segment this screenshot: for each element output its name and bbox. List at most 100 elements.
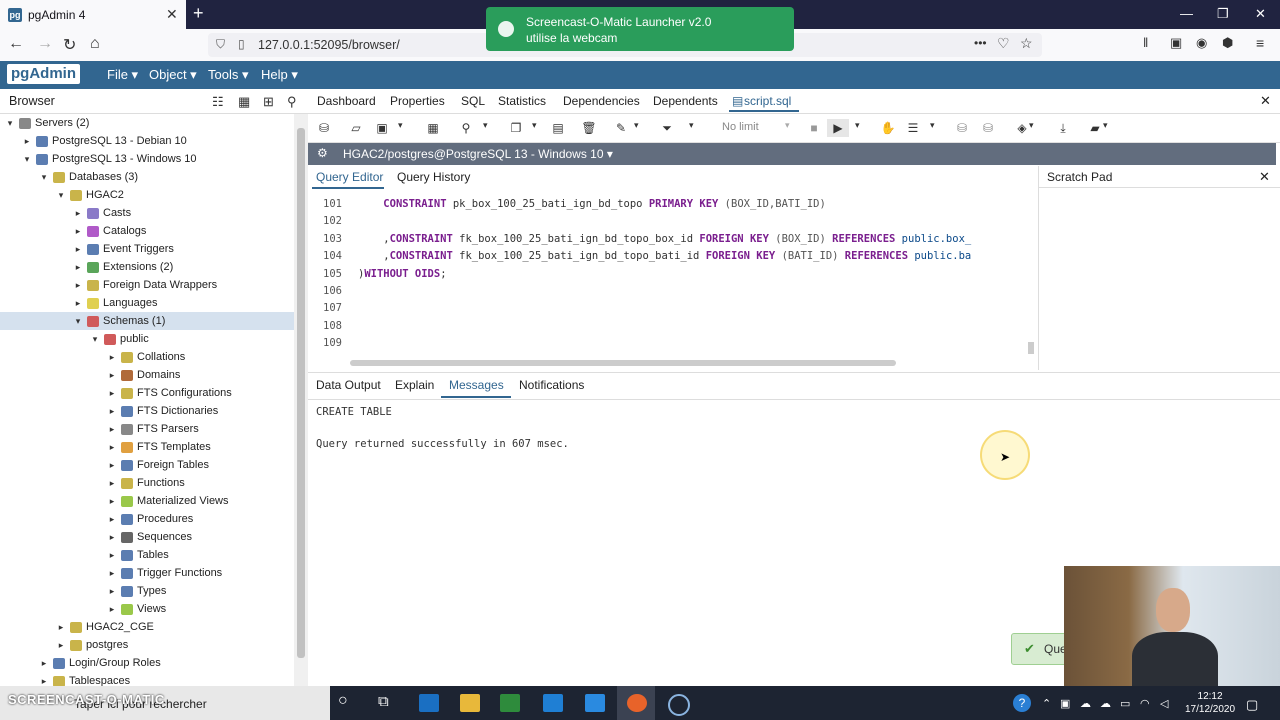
firefox-icon[interactable] [627,694,647,712]
tab-data-output[interactable]: Data Output [316,378,381,392]
outlook-icon[interactable] [419,694,439,712]
macros-dropdown-icon[interactable]: ▾ [1103,120,1108,131]
row-limit-select[interactable]: No limit [722,121,759,133]
search-objects-icon[interactable]: ⚲ [287,94,297,110]
library-icon[interactable]: ‖ [1143,35,1148,50]
tree-node[interactable]: ▸ Catalogs [72,222,147,240]
tree-node[interactable]: ▾ Servers (2) [4,114,90,132]
tree-node[interactable]: ▸ Tables [106,546,169,564]
tree-toggle-icon[interactable]: ▸ [55,618,67,636]
tree-node[interactable]: ▾ public [89,330,149,348]
commit-icon[interactable]: ⛁ [951,119,973,137]
tree-node[interactable]: ▸ FTS Parsers [106,420,199,438]
screencast-notification[interactable]: Screencast-O-Matic Launcher v2.0 utilise… [486,7,794,51]
tree-toggle-icon[interactable]: ▸ [72,276,84,294]
tab-properties[interactable]: Properties [390,94,445,108]
menu-icon[interactable]: ≡ [1256,35,1264,51]
battery-icon[interactable]: ▭ [1120,697,1130,710]
explain-analyze-icon[interactable]: ☰ [902,119,924,137]
menu-file[interactable]: File ▾ [107,67,138,83]
close-tab-icon[interactable]: ✕ [166,6,178,23]
shield-icon[interactable]: ⛉ [216,37,225,52]
mail-icon[interactable] [543,694,563,712]
browser-scrollbar-thumb[interactable] [297,128,305,658]
tree-toggle-icon[interactable]: ▸ [72,222,84,240]
help-icon[interactable]: ? [1013,694,1031,712]
find-dropdown-icon[interactable]: ▾ [483,120,488,131]
db-icon[interactable]: ⛁ [313,119,335,137]
tab-query-history[interactable]: Query History [397,170,470,184]
notification-center-icon[interactable]: ▢ [1246,697,1258,713]
tree-toggle-icon[interactable]: ▸ [106,366,118,384]
tree-node[interactable]: ▸ Functions [106,474,185,492]
sql-editor[interactable]: 101 CONSTRAINT pk_box_100_25_bati_ign_bd… [308,189,1028,357]
tree-toggle-icon[interactable]: ▸ [106,384,118,402]
tree-toggle-icon[interactable]: ▸ [55,636,67,654]
clear-dropdown-icon[interactable]: ▾ [1029,120,1034,131]
tree-node[interactable]: ▸ Views [106,600,166,618]
tab-dashboard[interactable]: Dashboard [317,94,376,108]
page-actions-icon[interactable]: ••• [974,36,987,50]
scratch-pad-panel[interactable] [1038,166,1280,370]
browser-scrollbar[interactable] [294,114,308,686]
tree-toggle-icon[interactable]: ▸ [106,510,118,528]
tab-messages[interactable]: Messages [449,378,504,392]
tree-toggle-icon[interactable]: ▸ [106,420,118,438]
explain-dropdown-icon[interactable]: ▾ [930,120,935,131]
tab-statistics[interactable]: Statistics [498,94,546,108]
tree-node[interactable]: ▾ HGAC2 [55,186,124,204]
tree-toggle-icon[interactable]: ▾ [21,150,33,168]
tree-node[interactable]: ▸ Casts [72,204,131,222]
tree-node[interactable]: ▸ HGAC2_CGE [55,618,154,636]
save-icon[interactable]: ▣ [371,119,393,137]
account-icon[interactable]: ◉ [1196,35,1207,51]
execute-icon[interactable]: ▶ [827,119,849,137]
tree-toggle-icon[interactable]: ▾ [72,312,84,330]
limit-dropdown-icon[interactable]: ▾ [785,120,790,131]
tree-node[interactable]: ▸ Tablespaces [38,672,130,686]
tree-toggle-icon[interactable]: ▸ [106,456,118,474]
tree-node[interactable]: ▸ postgres [55,636,128,654]
code-line[interactable]: ,CONSTRAINT fk_box_100_25_bati_ign_bd_to… [358,233,971,245]
sidebar-icon[interactable]: ▣ [1170,35,1182,51]
menu-help[interactable]: Help ▾ [261,67,298,83]
tree-node[interactable]: ▸ Sequences [106,528,192,546]
tree-toggle-icon[interactable]: ▸ [106,564,118,582]
query-success-toast[interactable]: ✔ Que [1011,633,1069,665]
explain-icon[interactable]: ✋ [877,119,899,137]
tray-chevron-icon[interactable]: ⌃ [1042,697,1051,710]
editor-vertical-scrollbar[interactable] [1026,190,1036,356]
tree-node[interactable]: ▸ PostgreSQL 13 - Debian 10 [21,132,187,150]
wifi-icon[interactable]: ◠ [1140,697,1150,710]
cortana-icon[interactable]: ○ [338,692,348,710]
tree-toggle-icon[interactable]: ▸ [38,672,50,686]
filter-rows-icon[interactable]: ⊞ [263,94,274,110]
onedrive-icon[interactable]: ☁ [1080,697,1091,710]
tree-node[interactable]: ▸ Procedures [106,510,194,528]
task-view-icon[interactable]: ⧉ [378,693,389,710]
tab-notifications[interactable]: Notifications [519,378,584,392]
minimize-icon[interactable]: — [1180,6,1193,21]
tree-node[interactable]: ▸ Collations [106,348,186,366]
edit-icon[interactable]: ✎ [610,119,632,137]
bookmark-star-icon[interactable]: ☆ [1020,35,1033,52]
view-data-icon[interactable]: ▦ [238,94,250,110]
open-file-icon[interactable]: ▱ [345,119,367,137]
tree-node[interactable]: ▾ Schemas (1) [0,312,294,330]
tree-node[interactable]: ▸ Languages [72,294,158,312]
tree-toggle-icon[interactable]: ▸ [106,492,118,510]
tree-toggle-icon[interactable]: ▾ [55,186,67,204]
tree-node[interactable]: ▸ Types [106,582,167,600]
taskbar-clock[interactable]: 12:12 17/12/2020 [1185,690,1235,716]
tree-toggle-icon[interactable]: ▸ [106,528,118,546]
tree-toggle-icon[interactable]: ▸ [106,582,118,600]
tab-sql[interactable]: SQL [461,94,485,108]
execute-dropdown-icon[interactable]: ▾ [855,120,860,131]
tab-dependencies[interactable]: Dependencies [563,94,640,108]
tree-node[interactable]: ▸ Trigger Functions [106,564,222,582]
find-icon[interactable]: ⚲ [455,119,477,137]
tree-node[interactable]: ▸ FTS Configurations [106,384,232,402]
tab-query-editor[interactable]: Query Editor [316,170,383,184]
code-line[interactable]: CONSTRAINT pk_box_100_25_bati_ign_bd_top… [358,198,826,210]
tree-node[interactable]: ▸ Login/Group Roles [38,654,161,672]
